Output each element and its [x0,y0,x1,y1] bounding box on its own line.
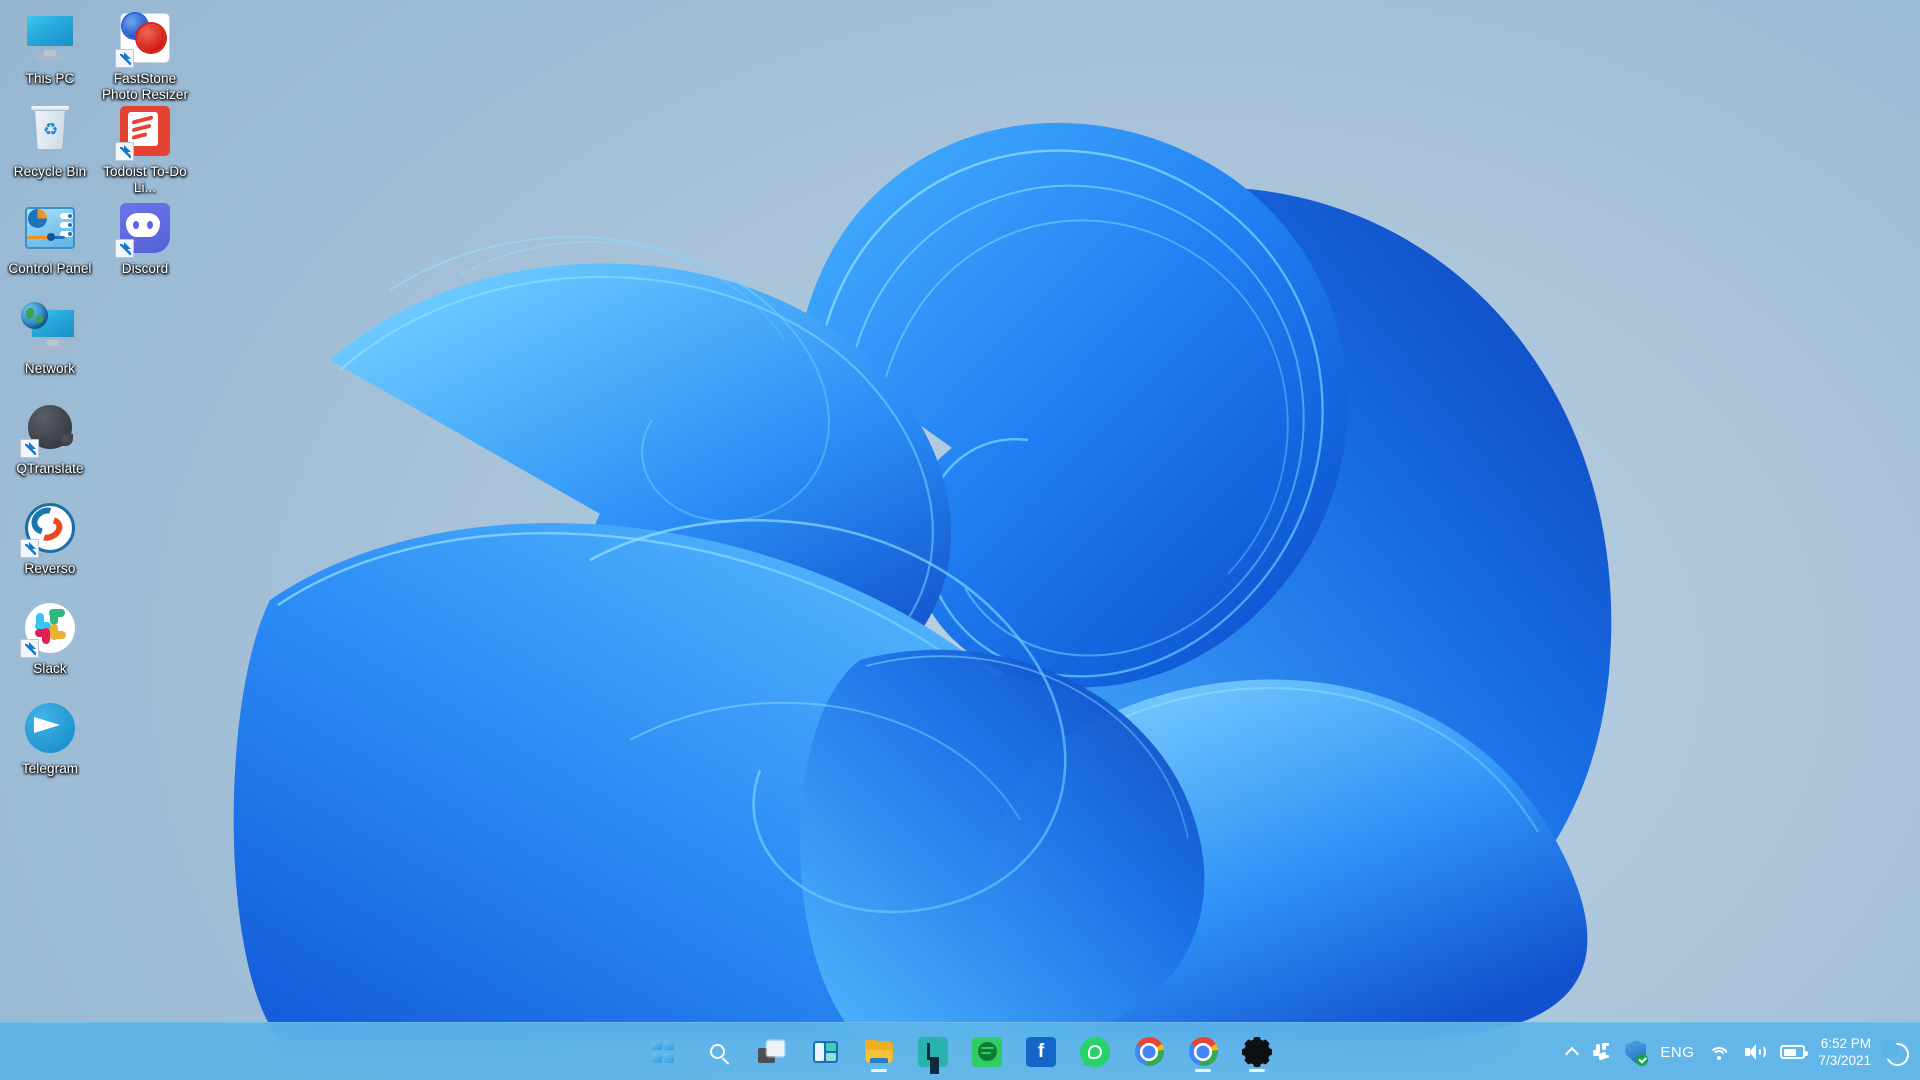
wifi-icon [1708,1044,1730,1061]
shortcut-overlay-icon [20,639,39,658]
running-indicator [871,1068,887,1072]
tray-windows-security-button[interactable] [1618,1030,1653,1074]
desktop-icon-label: This PC [25,71,75,86]
taskbar-pinned-apps: f [641,1023,1279,1080]
telegram-icon [22,700,78,756]
gear-icon [1242,1036,1272,1067]
language-indicator: ENG [1660,1043,1695,1061]
desktop-icon-label: FastStone Photo Resizer [101,71,189,102]
shortcut-overlay-icon [115,49,134,68]
desktop-icon-label: Slack [33,661,67,676]
taskbar-chrome-button-1[interactable] [1127,1030,1171,1074]
facebook-icon: f [1026,1036,1056,1067]
shield-check-icon [1625,1040,1649,1066]
shortcut-overlay-icon [20,539,39,558]
folder-icon [865,1040,893,1063]
shortcut-overlay-icon [115,239,134,258]
desktop-icon-qtranslate[interactable]: QTranslate [0,400,100,477]
bloom-wallpaper-art [160,40,1720,1040]
taskbar-widgets-button[interactable] [803,1030,847,1074]
letter-l-icon [918,1036,948,1067]
desktop-icon-todoist[interactable]: Todoist To-Do Li... [95,103,195,195]
taskbar-settings-button[interactable] [1235,1030,1279,1074]
taskbar: f ENG 6:52 PM 7/3/2021 [0,1022,1920,1080]
system-tray: ENG 6:52 PM 7/3/2021 [1560,1023,1920,1080]
tray-clock-button[interactable]: 6:52 PM 7/3/2021 [1812,1030,1879,1074]
discord-icon [115,200,173,258]
control-panel-icon [22,200,78,256]
running-indicator [1249,1068,1265,1072]
desktop-icon-label: Todoist To-Do Li... [103,164,187,195]
tray-show-hidden-icons-button[interactable] [1560,1030,1584,1074]
desktop-icon-faststone[interactable]: FastStone Photo Resizer [95,10,195,102]
faststone-icon [115,10,173,68]
widgets-icon [812,1040,838,1063]
taskbar-spotify-button[interactable] [965,1030,1009,1074]
desktop-icon-discord[interactable]: Discord [95,200,195,277]
shortcut-overlay-icon [20,439,39,458]
taskbar-lightshot-button[interactable] [911,1030,955,1074]
desktop-icon-label: Network [24,361,76,376]
network-icon [21,300,78,356]
desktop-icon-this-pc[interactable]: This PC [0,10,100,87]
taskbar-facebook-button[interactable]: f [1019,1030,1063,1074]
slack-icon [20,600,78,658]
todoist-icon [115,103,173,161]
taskbar-search-button[interactable] [695,1030,739,1074]
desktop-icon-label: Reverso [24,561,76,576]
desktop-icon-slack[interactable]: Slack [0,600,100,677]
spotify-icon [972,1036,1002,1067]
chrome-icon [1134,1037,1164,1066]
desktop-icon-label: QTranslate [16,461,84,476]
taskbar-task-view-button[interactable] [749,1030,793,1074]
qtranslate-icon [20,400,78,458]
taskbar-whatsapp-button[interactable] [1073,1030,1117,1074]
desktop-icon-recycle-bin[interactable]: ♻ Recycle Bin [0,103,100,180]
tray-network-button[interactable] [1701,1030,1737,1074]
speaker-icon [1744,1043,1767,1061]
windows-logo-icon [652,1040,674,1063]
clock-date: 7/3/2021 [1818,1053,1871,1068]
desktop-icon-label: Control Panel [8,261,92,276]
reverso-icon [20,500,78,558]
chrome-icon [1188,1037,1218,1066]
search-icon [709,1044,725,1059]
desktop-icon-label: Discord [121,261,169,276]
desktop-icon-telegram[interactable]: Telegram [0,700,100,777]
moon-icon [1881,1039,1909,1066]
tray-battery-button[interactable] [1773,1030,1812,1074]
battery-icon [1780,1045,1809,1059]
desktop-icon-network[interactable]: Network [0,300,100,377]
desktop-icon-label: Recycle Bin [13,164,87,179]
tray-notification-center-button[interactable] [1879,1030,1912,1074]
chevron-up-icon [1565,1046,1580,1062]
desktop-wallpaper[interactable] [0,0,1920,1080]
recycle-bin-icon: ♻ [22,103,78,159]
desktop-icon-grid: This PC FastStone Photo Resizer ♻ Recycl… [0,0,230,1000]
taskbar-start-button[interactable] [641,1030,685,1074]
taskbar-file-explorer-button[interactable] [857,1030,901,1074]
bloom-svg [233,122,1612,1040]
taskbar-chrome-button-2[interactable] [1181,1030,1225,1074]
this-pc-icon [22,10,78,66]
task-view-icon [758,1040,784,1063]
shortcut-overlay-icon [115,142,134,161]
clock-time: 6:52 PM [1820,1036,1871,1051]
tray-language-button[interactable]: ENG [1653,1030,1701,1074]
desktop-icon-reverso[interactable]: Reverso [0,500,100,577]
slack-icon [1591,1042,1611,1062]
running-indicator [1195,1068,1211,1072]
desktop-icon-label: Telegram [21,761,79,776]
tray-slack-icon-button[interactable] [1584,1030,1618,1074]
tray-volume-button[interactable] [1737,1030,1773,1074]
whatsapp-icon [1080,1036,1110,1067]
desktop-icon-control-panel[interactable]: Control Panel [0,200,100,277]
